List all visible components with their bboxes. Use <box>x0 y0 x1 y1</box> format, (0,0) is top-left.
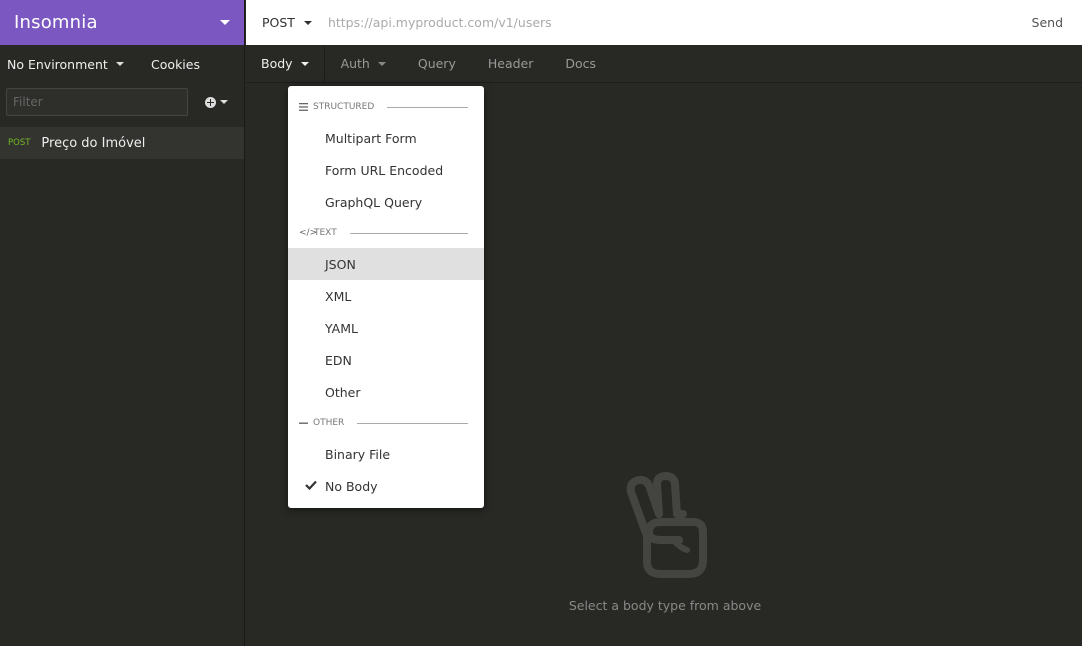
workspace-menu[interactable]: Insomnia <box>0 0 244 45</box>
checkmark-icon <box>305 480 317 490</box>
peace-hand-icon <box>626 472 707 578</box>
menu-item-graphql-query[interactable]: GraphQL Query <box>288 186 484 218</box>
tab-header[interactable]: Header <box>472 45 550 82</box>
ellipsis-icon <box>299 422 308 424</box>
menu-item-label: GraphQL Query <box>325 194 423 210</box>
request-method-badge: POST <box>8 138 31 148</box>
add-request-button[interactable] <box>205 96 228 108</box>
menu-item-label: EDN <box>325 352 352 368</box>
environment-label: No Environment <box>7 56 108 72</box>
tab-query-label: Query <box>417 56 456 71</box>
menu-item-label: XML <box>325 288 352 304</box>
tab-query[interactable]: Query <box>402 45 472 82</box>
app-title: Insomnia <box>14 12 98 33</box>
section-structured: Structured <box>288 92 484 122</box>
section-text: </> Text <box>288 218 484 248</box>
filter-input[interactable] <box>6 88 188 116</box>
menu-item-multipart-form[interactable]: Multipart Form <box>288 122 484 154</box>
divider <box>349 232 468 234</box>
menu-item-label: No Body <box>325 478 378 494</box>
url-input[interactable] <box>327 15 1013 30</box>
menu-item-label: Other <box>325 384 361 400</box>
menu-item-label: Multipart Form <box>325 130 417 146</box>
body-type-dropdown: Structured Multipart Form Form URL Encod… <box>288 86 484 508</box>
menu-item-yaml[interactable]: YAML <box>288 312 484 344</box>
menu-item-binary-file[interactable]: Binary File <box>288 438 484 470</box>
chevron-down-icon <box>303 20 312 25</box>
request-tabs: Body Auth Query Header Docs <box>246 45 1082 83</box>
menu-item-label: YAML <box>325 320 358 336</box>
sidebar: Insomnia No Environment Cookies POST Pre… <box>0 0 245 646</box>
empty-state-message: Select a body type from above <box>568 598 762 613</box>
code-icon: </> <box>299 228 318 238</box>
tab-auth[interactable]: Auth <box>325 45 402 82</box>
section-structured-label: Structured <box>313 102 375 112</box>
request-name: Preço do Imóvel <box>41 135 146 151</box>
tab-body[interactable]: Body <box>246 45 325 82</box>
cookies-button[interactable]: Cookies <box>151 57 200 72</box>
chevron-down-icon <box>300 61 309 66</box>
tab-docs-label: Docs <box>565 56 597 71</box>
divider <box>387 106 468 108</box>
tab-auth-label: Auth <box>340 56 370 71</box>
method-label: POST <box>262 15 295 30</box>
chevron-down-icon <box>220 20 230 25</box>
chevron-down-icon <box>377 61 386 66</box>
menu-item-edn[interactable]: EDN <box>288 344 484 376</box>
tab-docs[interactable]: Docs <box>549 45 612 82</box>
chevron-down-icon <box>220 100 228 104</box>
section-other: Other <box>288 408 484 438</box>
plus-circle-icon <box>205 96 216 108</box>
environment-row: No Environment Cookies <box>0 45 244 83</box>
section-text-label: Text <box>314 228 337 238</box>
empty-state: Select a body type from above <box>560 470 770 613</box>
divider <box>357 422 468 424</box>
menu-item-other[interactable]: Other <box>288 376 484 408</box>
chevron-down-icon <box>115 62 124 66</box>
request-item[interactable]: POST Preço do Imóvel <box>0 127 244 159</box>
menu-lines-icon <box>299 103 308 111</box>
menu-item-no-body[interactable]: No Body <box>288 470 484 502</box>
menu-item-xml[interactable]: XML <box>288 280 484 312</box>
filter-row <box>0 83 244 121</box>
menu-item-form-url-encoded[interactable]: Form URL Encoded <box>288 154 484 186</box>
tab-header-label: Header <box>487 56 534 71</box>
method-dropdown[interactable]: POST <box>246 0 328 45</box>
tab-body-label: Body <box>261 56 293 71</box>
menu-item-json[interactable]: JSON <box>288 248 484 280</box>
environment-dropdown[interactable]: No Environment <box>7 57 124 72</box>
section-other-label: Other <box>313 418 345 428</box>
url-bar: POST Send <box>246 0 1082 45</box>
menu-item-label: Form URL Encoded <box>325 162 444 178</box>
menu-item-label: JSON <box>325 256 356 272</box>
menu-item-label: Binary File <box>325 446 391 462</box>
send-button[interactable]: Send <box>1013 15 1082 30</box>
